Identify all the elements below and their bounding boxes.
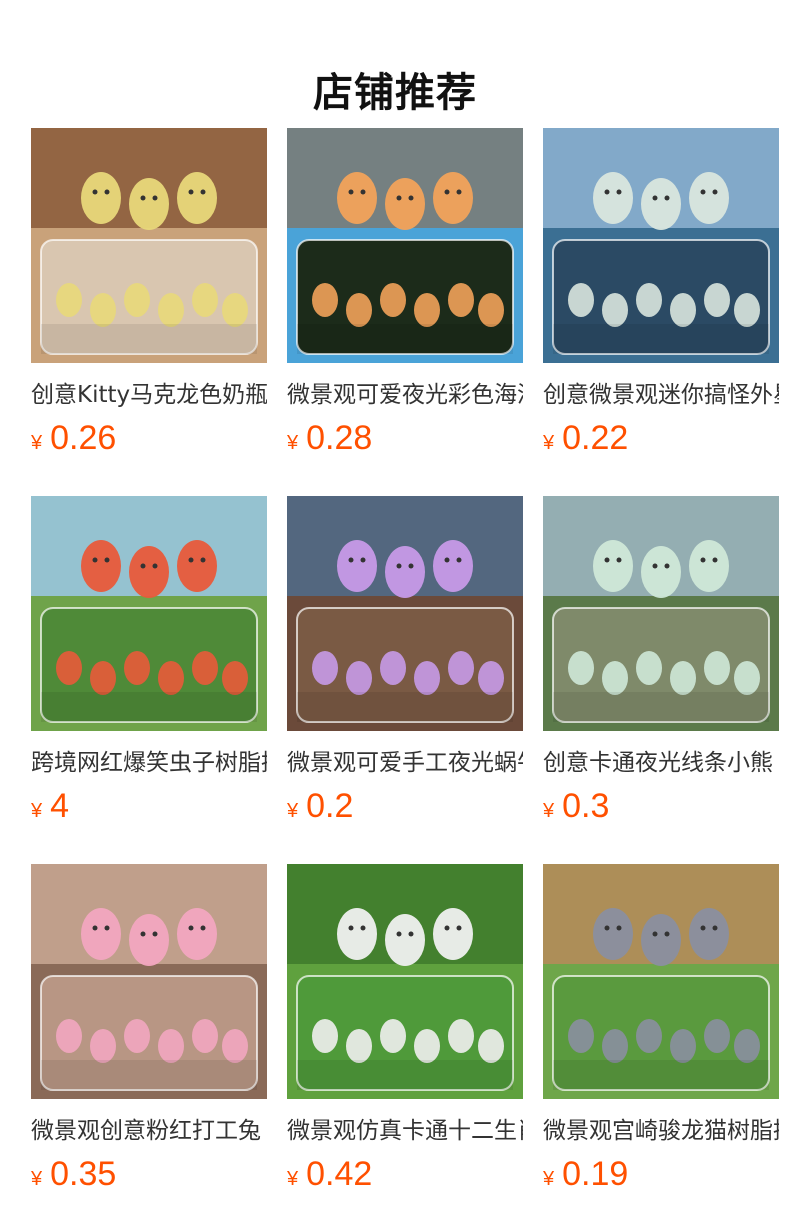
product-title[interactable]: 微景观仿真卡通十二生肖 <box>287 1116 523 1146</box>
price-amount: 0.2 <box>306 787 354 825</box>
product-image[interactable] <box>543 496 779 731</box>
product-title[interactable]: 跨境网红爆笑虫子树脂摆件 <box>31 748 267 778</box>
product-title[interactable]: 微景观创意粉红打工兔 <box>31 1116 267 1146</box>
product-card[interactable]: 微景观仿真卡通十二生肖 ¥0.42 <box>287 864 523 1204</box>
price-amount: 0.35 <box>50 1155 117 1193</box>
product-title[interactable]: 创意Kitty马克龙色奶瓶 <box>31 380 267 410</box>
product-price: ¥0.3 <box>543 784 609 828</box>
product-price: ¥0.35 <box>31 1152 116 1196</box>
product-price: ¥4 <box>31 784 69 828</box>
price-amount: 0.19 <box>562 1155 629 1193</box>
price-amount: 0.42 <box>306 1155 373 1193</box>
product-card[interactable]: 微景观宫崎骏龙猫树脂摆件 ¥0.19 <box>543 864 779 1204</box>
product-image[interactable] <box>31 864 267 1099</box>
product-card[interactable]: 创意Kitty马克龙色奶瓶 ¥0.26 <box>31 128 267 468</box>
currency-symbol: ¥ <box>31 432 43 454</box>
product-image[interactable] <box>287 128 523 363</box>
product-image[interactable] <box>287 864 523 1099</box>
product-photo <box>543 864 779 1099</box>
product-title[interactable]: 创意卡通夜光线条小熊 <box>543 748 779 778</box>
product-photo <box>287 128 523 363</box>
price-amount: 4 <box>50 787 70 825</box>
currency-symbol: ¥ <box>31 1168 43 1190</box>
product-photo <box>31 496 267 731</box>
product-card[interactable]: 微景观创意粉红打工兔 ¥0.35 <box>31 864 267 1204</box>
price-amount: 0.22 <box>562 419 629 457</box>
product-photo <box>31 864 267 1099</box>
section-title: 店铺推荐 <box>313 69 477 116</box>
price-amount: 0.3 <box>562 787 610 825</box>
product-grid: 创意Kitty马克龙色奶瓶 ¥0.26 微景观可爱夜光彩色海洋 ¥0.28 创意… <box>31 128 790 1232</box>
product-title[interactable]: 微景观可爱夜光彩色海洋 <box>287 380 523 410</box>
currency-symbol: ¥ <box>543 800 555 822</box>
product-price: ¥0.19 <box>543 1152 628 1196</box>
currency-symbol: ¥ <box>543 432 555 454</box>
product-card[interactable]: 创意微景观迷你搞怪外星人 ¥0.22 <box>543 128 779 468</box>
product-price: ¥0.28 <box>287 416 372 460</box>
product-title[interactable]: 创意微景观迷你搞怪外星人 <box>543 380 779 410</box>
product-photo <box>287 864 523 1099</box>
product-price: ¥0.26 <box>31 416 116 460</box>
product-photo <box>31 128 267 363</box>
product-price: ¥0.42 <box>287 1152 372 1196</box>
product-image[interactable] <box>31 128 267 363</box>
product-price: ¥0.2 <box>287 784 353 828</box>
price-amount: 0.28 <box>306 419 373 457</box>
product-image[interactable] <box>287 496 523 731</box>
product-card[interactable]: 跨境网红爆笑虫子树脂摆件 ¥4 <box>31 496 267 836</box>
currency-symbol: ¥ <box>31 800 43 822</box>
product-image[interactable] <box>543 128 779 363</box>
product-photo <box>543 128 779 363</box>
product-photo <box>287 496 523 731</box>
product-card[interactable]: 微景观可爱夜光彩色海洋 ¥0.28 <box>287 128 523 468</box>
product-title[interactable]: 微景观宫崎骏龙猫树脂摆件 <box>543 1116 779 1146</box>
currency-symbol: ¥ <box>287 1168 299 1190</box>
product-image[interactable] <box>31 496 267 731</box>
product-card[interactable]: 微景观可爱手工夜光蜗牛 ¥0.2 <box>287 496 523 836</box>
price-amount: 0.26 <box>50 419 117 457</box>
currency-symbol: ¥ <box>287 432 299 454</box>
product-price: ¥0.22 <box>543 416 628 460</box>
currency-symbol: ¥ <box>543 1168 555 1190</box>
product-card[interactable]: 创意卡通夜光线条小熊 ¥0.3 <box>543 496 779 836</box>
product-photo <box>543 496 779 731</box>
product-image[interactable] <box>543 864 779 1099</box>
product-title[interactable]: 微景观可爱手工夜光蜗牛 <box>287 748 523 778</box>
currency-symbol: ¥ <box>287 800 299 822</box>
